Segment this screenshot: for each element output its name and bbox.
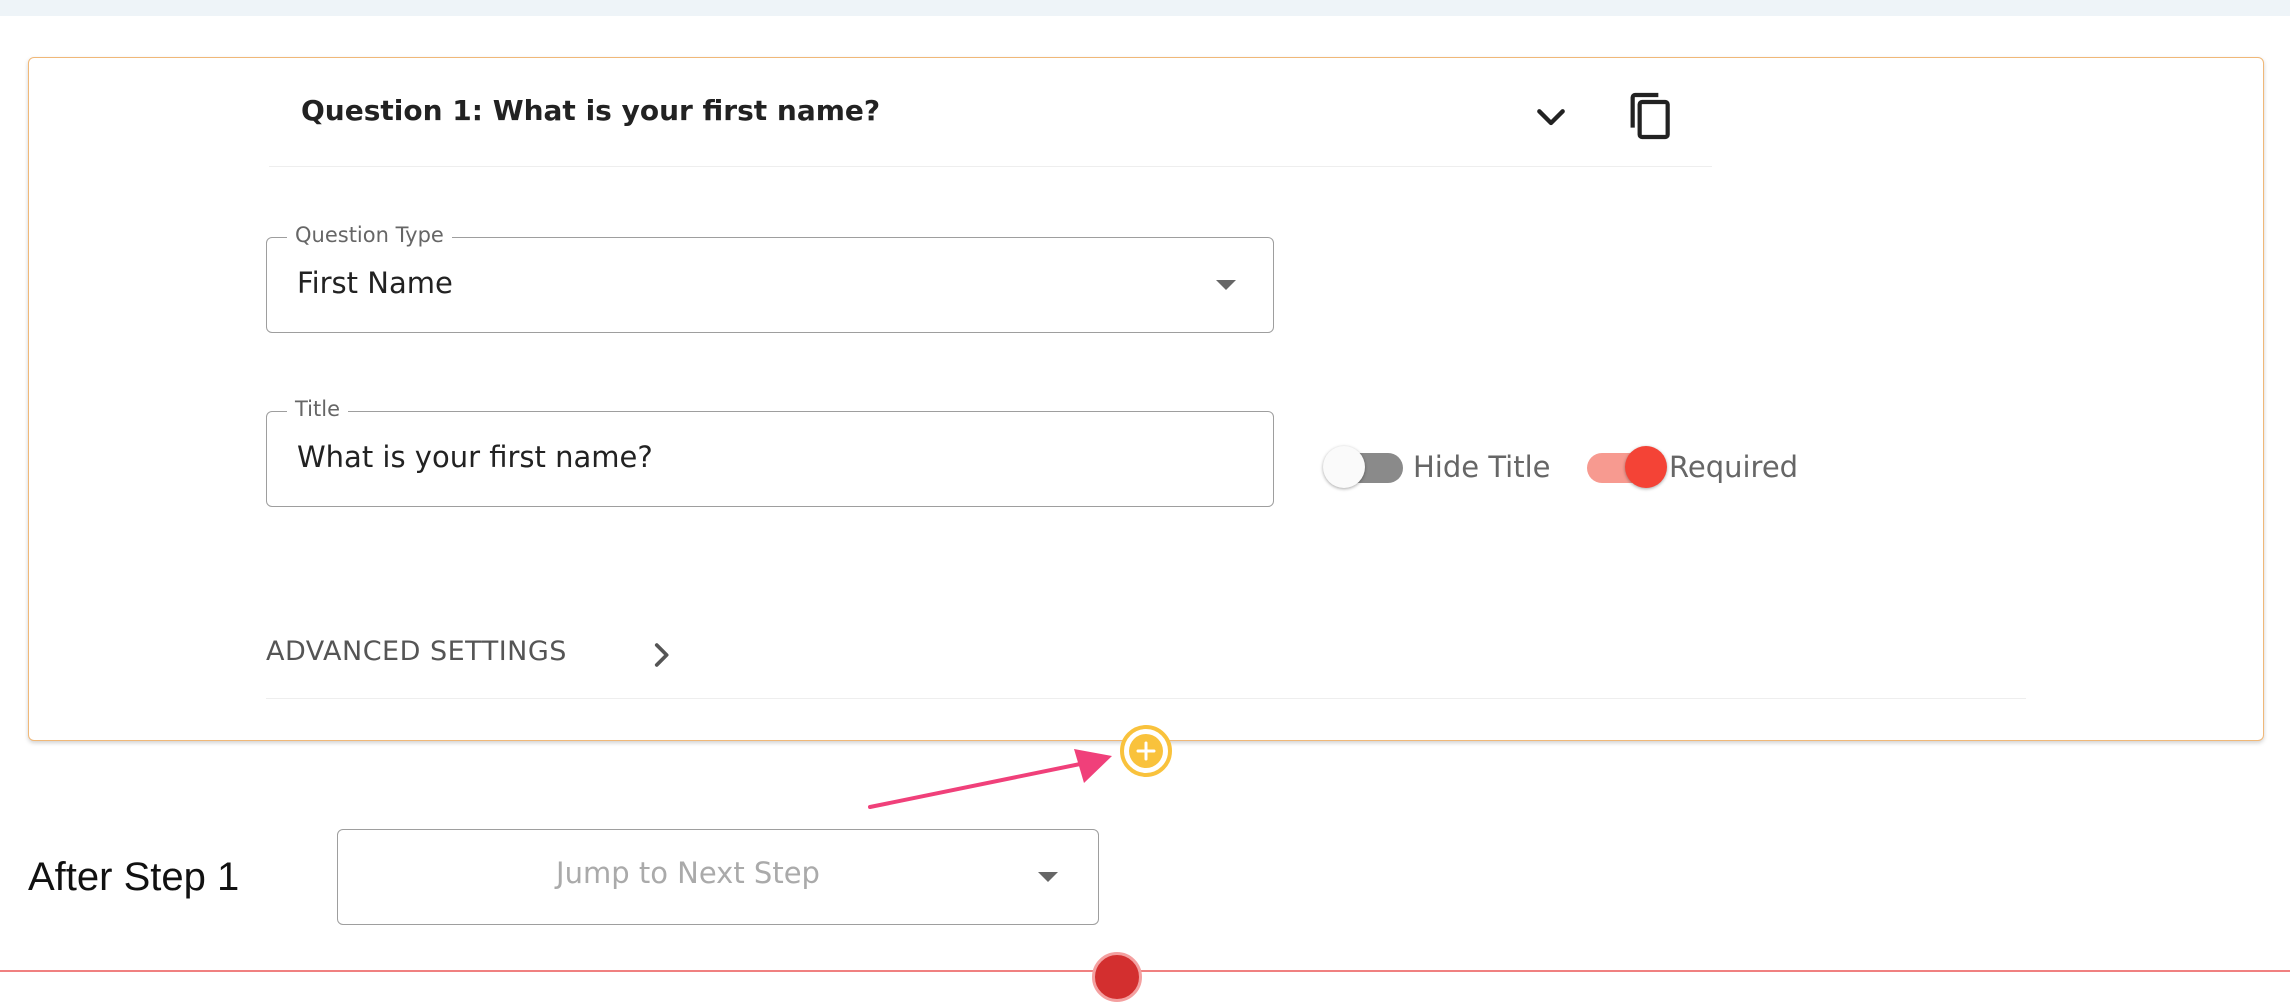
copy-icon[interactable] [1621,88,1677,144]
question-card: Question 1: What is your first name? Que… [28,57,2264,741]
question-title: Question 1: What is your first name? [301,94,881,127]
question-type-legend: Question Type [287,223,452,247]
top-bar [0,0,2290,16]
title-value: What is your first name? [297,440,653,474]
title-input[interactable]: Title What is your first name? [266,397,1274,507]
hide-title-toggle[interactable] [1323,446,1407,488]
jump-to-step-select[interactable]: Jump to Next Step [337,829,1099,925]
required-toggle[interactable] [1587,446,1667,488]
chevron-right-icon [654,643,669,667]
required-label: Required [1669,450,1799,484]
plus-circle-icon[interactable] [1118,723,1174,779]
jump-placeholder: Jump to Next Step [556,856,820,890]
question-header[interactable]: Question 1: What is your first name? [269,58,1712,167]
advanced-settings-toggle[interactable]: ADVANCED SETTINGS [266,636,2026,699]
question-type-select[interactable]: Question Type First Name [266,223,1274,333]
dropdown-caret-icon [1038,872,1058,882]
annotation-arrow [868,749,1112,809]
question-type-value: First Name [297,266,453,300]
title-legend: Title [287,397,349,421]
chevron-down-icon[interactable] [1531,98,1571,138]
dropdown-caret-icon [1216,280,1236,290]
advanced-settings-label: ADVANCED SETTINGS [266,636,567,667]
hide-title-label: Hide Title [1413,450,1551,484]
divider-line [0,970,2290,972]
add-step-icon[interactable] [1092,952,1142,1002]
after-step-label: After Step 1 [28,855,240,899]
